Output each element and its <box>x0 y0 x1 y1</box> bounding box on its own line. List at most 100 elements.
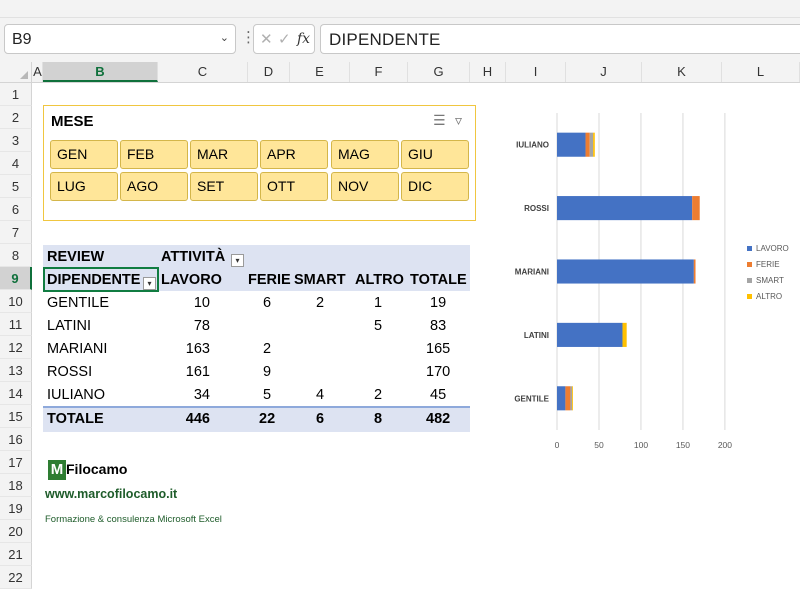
row-header-21[interactable]: 21 <box>0 543 32 566</box>
cell-altro[interactable]: 1 <box>374 292 382 315</box>
total-ferie[interactable]: 22 <box>259 408 275 431</box>
slicer-button-nov[interactable]: NOV <box>331 172 399 201</box>
grand-total-label[interactable]: TOTALE <box>47 408 104 431</box>
row-header-7[interactable]: 7 <box>0 221 32 244</box>
column-filter-dropdown-icon[interactable]: ▾ <box>231 254 244 267</box>
slicer-button-mag[interactable]: MAG <box>331 140 399 169</box>
active-cell-b9[interactable] <box>43 267 159 292</box>
window-top-strip <box>0 0 800 18</box>
row-header-18[interactable]: 18 <box>0 474 32 497</box>
cell-ferie[interactable]: 6 <box>263 292 271 315</box>
column-header-k[interactable]: K <box>642 62 722 82</box>
bar-segment-smart <box>570 386 573 411</box>
column-header-i[interactable]: I <box>506 62 566 82</box>
column-header-f[interactable]: F <box>350 62 408 82</box>
column-header-e[interactable]: E <box>290 62 350 82</box>
row-header-5[interactable]: 5 <box>0 175 32 198</box>
header-smart: SMART <box>294 272 346 288</box>
cell-ferie[interactable]: 5 <box>263 384 271 407</box>
cell-lavoro[interactable]: 10 <box>160 292 210 315</box>
row-header-17[interactable]: 17 <box>0 451 32 474</box>
slicer-button-dic[interactable]: DIC <box>401 172 469 201</box>
stacked-bar-chart[interactable]: 0 50 100 150 200 IULIANO ROSSI MARIANI LATINI GEN… <box>500 108 800 458</box>
slicer-button-ott[interactable]: OTT <box>260 172 328 201</box>
slicer-button-feb[interactable]: FEB <box>120 140 188 169</box>
column-headers: A B C D E F G H I J K L <box>0 62 800 83</box>
cell-altro[interactable]: 2 <box>374 384 382 407</box>
cell-ferie[interactable]: 9 <box>263 361 271 384</box>
total-altro[interactable]: 8 <box>374 408 382 431</box>
row-label-latini[interactable]: LATINI <box>47 315 91 338</box>
cell-totale[interactable]: 165 <box>426 338 450 361</box>
row-header-19[interactable]: 19 <box>0 497 32 520</box>
row-header-20[interactable]: 20 <box>0 520 32 543</box>
row-header-15[interactable]: 15 <box>0 405 32 428</box>
row-label-rossi[interactable]: ROSSI <box>47 361 92 384</box>
pivot-total-band <box>43 406 470 432</box>
row-header-2[interactable]: 2 <box>0 106 32 129</box>
cell-altro[interactable]: 5 <box>374 315 382 338</box>
column-header-j[interactable]: J <box>566 62 642 82</box>
slicer-button-lug[interactable]: LUG <box>50 172 118 201</box>
row-label-iuliano[interactable]: IULIANO <box>47 384 105 407</box>
column-header-h[interactable]: H <box>470 62 506 82</box>
slicer-button-giu[interactable]: GIU <box>401 140 469 169</box>
clear-filter-icon[interactable]: ▿ <box>455 112 462 129</box>
cell-lavoro[interactable]: 78 <box>160 315 210 338</box>
row-header-1[interactable]: 1 <box>0 83 32 106</box>
column-header-c[interactable]: C <box>158 62 248 82</box>
row-header-11[interactable]: 11 <box>0 313 32 336</box>
row-header-3[interactable]: 3 <box>0 129 32 152</box>
confirm-icon[interactable]: ✓ <box>278 30 291 48</box>
column-header-b[interactable]: B <box>43 62 158 82</box>
slicer-button-apr[interactable]: APR <box>260 140 328 169</box>
cell-lavoro[interactable]: 34 <box>160 384 210 407</box>
website-link[interactable]: www.marcofilocamo.it <box>45 487 177 501</box>
row-label-gentile[interactable]: GENTILE <box>47 292 109 315</box>
slicer-button-gen[interactable]: GEN <box>50 140 118 169</box>
column-header-d[interactable]: D <box>248 62 290 82</box>
row-header-4[interactable]: 4 <box>0 152 32 175</box>
slicer-button-mar[interactable]: MAR <box>190 140 258 169</box>
slicer-button-ago[interactable]: AGO <box>120 172 188 201</box>
total-lavoro[interactable]: 446 <box>160 408 210 431</box>
cell-smart[interactable]: 4 <box>316 384 324 407</box>
cell-lavoro[interactable]: 163 <box>160 338 210 361</box>
row-header-9[interactable]: 9 <box>0 267 32 290</box>
cancel-icon[interactable]: ✕ <box>260 30 273 48</box>
slicer-button-set[interactable]: SET <box>190 172 258 201</box>
row-header-13[interactable]: 13 <box>0 359 32 382</box>
column-header-g[interactable]: G <box>408 62 470 82</box>
chevron-down-icon[interactable]: ⌄ <box>220 31 229 44</box>
cell-smart[interactable]: 2 <box>316 292 324 315</box>
formula-bar: B9 ⌄ ⋮ ✕ ✓ fx DIPENDENTE <box>0 18 800 62</box>
cell-totale[interactable]: 170 <box>426 361 450 384</box>
legend-swatch <box>747 246 752 251</box>
row-header-16[interactable]: 16 <box>0 428 32 451</box>
column-header-l[interactable]: L <box>722 62 800 82</box>
row-header-22[interactable]: 22 <box>0 566 32 589</box>
cell-lavoro[interactable]: 161 <box>160 361 210 384</box>
cell-totale[interactable]: 19 <box>430 292 446 315</box>
insert-function-icon[interactable]: fx <box>297 31 310 47</box>
row-header-12[interactable]: 12 <box>0 336 32 359</box>
row-header-6[interactable]: 6 <box>0 198 32 221</box>
column-header-a[interactable]: A <box>33 62 43 82</box>
row-header-14[interactable]: 14 <box>0 382 32 405</box>
cell-totale[interactable]: 45 <box>430 384 446 407</box>
row-header-10[interactable]: 10 <box>0 290 32 313</box>
month-slicer[interactable]: MESE ☰ ▿ GEN FEB MAR APR MAG GIU LUG AGO… <box>43 105 476 221</box>
bar-segment-lavoro <box>557 132 586 157</box>
total-totale[interactable]: 482 <box>426 408 450 431</box>
select-all-button[interactable] <box>0 62 32 82</box>
row-header-8[interactable]: 8 <box>0 244 32 267</box>
total-smart[interactable]: 6 <box>316 408 324 431</box>
category-label: GENTILE <box>514 394 549 403</box>
name-box[interactable]: B9 ⌄ <box>4 24 236 54</box>
formula-input[interactable]: DIPENDENTE <box>320 24 800 54</box>
row-label-mariani[interactable]: MARIANI <box>47 338 107 361</box>
multi-select-icon[interactable]: ☰ <box>433 112 446 129</box>
cell-totale[interactable]: 83 <box>430 315 446 338</box>
bar-segment-altro <box>622 322 627 347</box>
cell-ferie[interactable]: 2 <box>263 338 271 361</box>
